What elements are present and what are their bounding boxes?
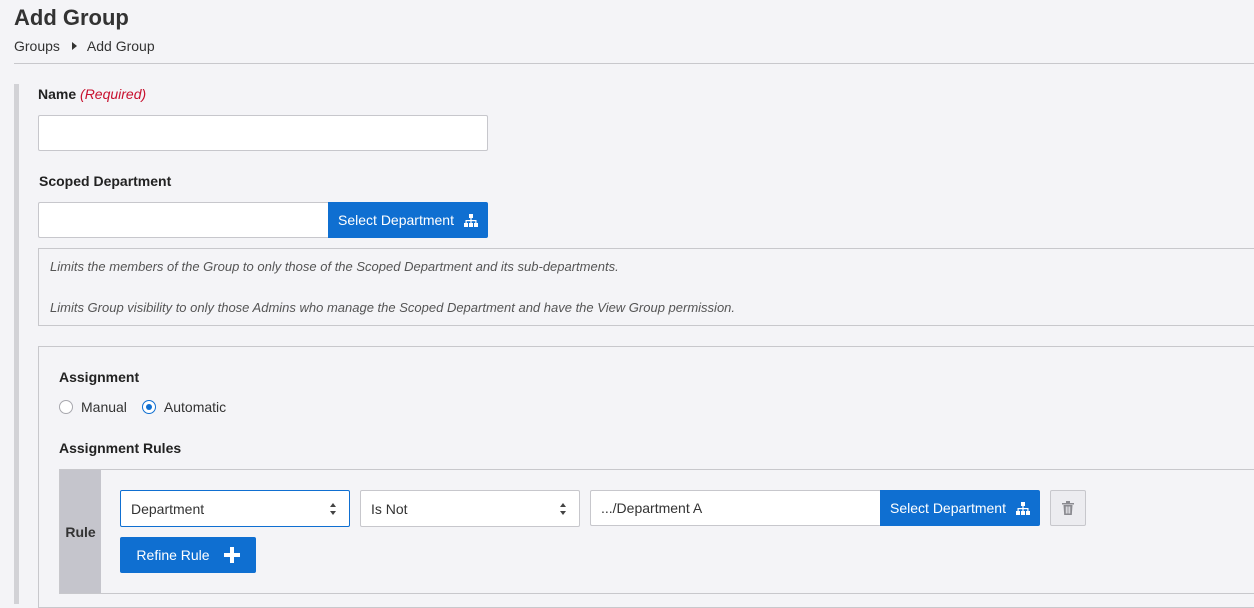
manual-radio[interactable]	[59, 400, 73, 414]
assignment-rules-label: Assignment Rules	[59, 440, 182, 456]
page-title: Add Group	[14, 5, 129, 30]
rule-value-input[interactable]: .../Department A	[590, 490, 881, 526]
breadcrumb: Groups Add Group	[14, 38, 155, 54]
breadcrumb-current: Add Group	[86, 38, 155, 54]
rule-operator-value: Is Not	[371, 500, 408, 517]
scoped-department-info: Limits the members of the Group to only …	[38, 248, 1254, 326]
rule-field-select[interactable]: Department	[120, 490, 350, 527]
breadcrumb-groups-link[interactable]: Groups	[14, 38, 60, 54]
form-left-bar	[14, 84, 19, 604]
rule-label: Rule	[60, 470, 101, 593]
name-input[interactable]	[38, 115, 488, 151]
rule-field-value: Department	[131, 500, 205, 517]
assignment-label: Assignment	[59, 369, 140, 385]
rule-select-department-button[interactable]: Select Department	[880, 490, 1040, 526]
select-scoped-department-button[interactable]: Select Department	[328, 202, 488, 238]
delete-rule-button[interactable]	[1050, 490, 1086, 526]
header-divider	[14, 63, 1254, 64]
select-department-label: Select Department	[338, 212, 454, 228]
required-indicator: (Required)	[80, 86, 147, 102]
automatic-radio[interactable]	[141, 400, 156, 414]
name-label-text: Name	[38, 86, 77, 102]
rule-select-department-label: Select Department	[890, 500, 1006, 516]
trash-icon	[1062, 501, 1074, 515]
assignment-radio-group: Manual Automatic	[59, 399, 226, 415]
refine-rule-label: Refine Rule	[136, 547, 210, 563]
rule-value-text: .../Department A	[601, 500, 703, 516]
plus-icon	[223, 547, 240, 563]
scoped-department-label: Scoped Department	[39, 173, 172, 189]
updown-arrows-icon	[560, 502, 567, 515]
breadcrumb-separator-icon	[71, 42, 77, 50]
sitemap-icon	[463, 213, 478, 227]
scoped-department-input[interactable]	[38, 202, 329, 238]
name-label: Name (Required)	[38, 86, 146, 102]
rule-operator-select[interactable]: Is Not	[360, 490, 580, 527]
info-line-visibility: Limits Group visibility to only those Ad…	[50, 300, 736, 315]
automatic-radio-label[interactable]: Automatic	[164, 399, 226, 415]
manual-radio-label[interactable]: Manual	[81, 399, 127, 415]
refine-rule-button[interactable]: Refine Rule	[120, 537, 256, 573]
rule-box: Rule	[59, 469, 1254, 594]
info-line-members: Limits the members of the Group to only …	[50, 259, 619, 274]
sitemap-icon	[1015, 501, 1030, 515]
updown-arrows-icon	[330, 502, 337, 515]
